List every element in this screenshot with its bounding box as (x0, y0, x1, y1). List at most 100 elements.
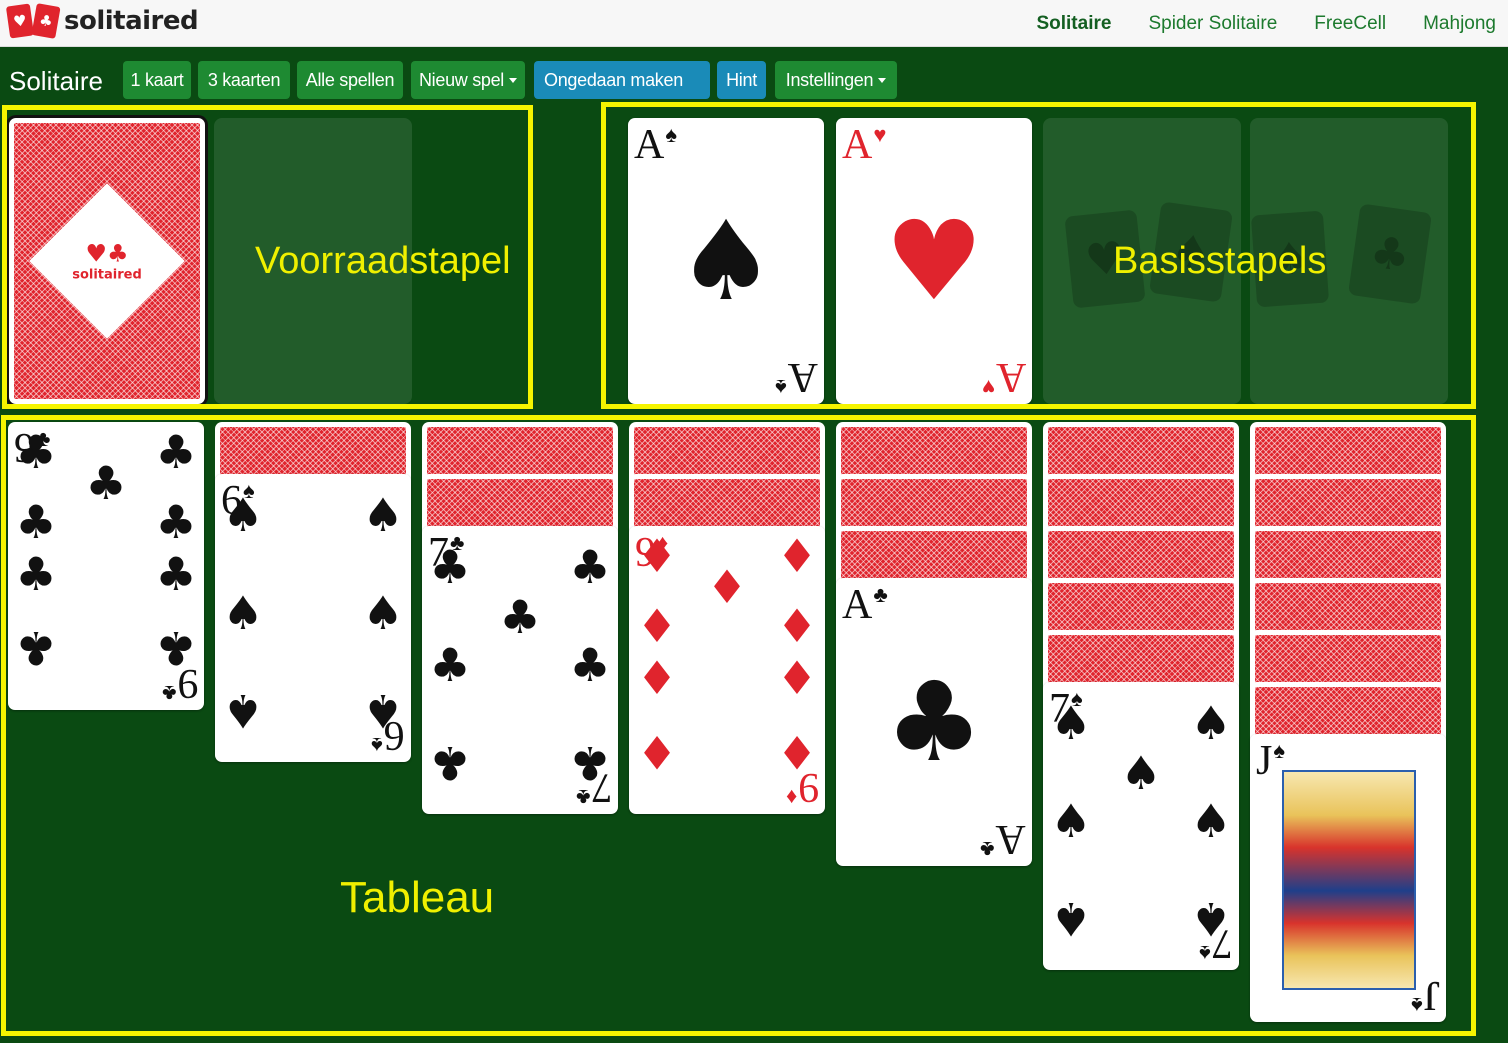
suit-icon: ♦ (706, 559, 748, 614)
card-pips: ♠ ♠ ♠ ♠ ♠ ♠ ♠ (1050, 700, 1231, 946)
foundations-label: Basisstapels (1113, 240, 1327, 282)
logo-cards-icon: ♥ ♣ (5, 3, 61, 39)
foundations-highlight-box (601, 102, 1476, 409)
settings-label: Instellingen (785, 69, 874, 90)
rank-text: 9 (798, 764, 819, 810)
card-pips: ♣ ♣ ♣ ♣ ♣ ♣ ♣ (429, 544, 610, 790)
site-logo[interactable]: ♥ ♣ solitaired (5, 3, 199, 39)
suit-icon: ♠ (1050, 892, 1092, 947)
new-game-button[interactable]: Nieuw spel (411, 61, 525, 99)
suit-icon: ♠ (1190, 695, 1232, 750)
suit-icon: ♦ (636, 725, 678, 780)
suit-icon: ♠ (222, 684, 264, 739)
game-title: Solitaire (9, 66, 103, 96)
suit-icon: ♦ (776, 651, 818, 706)
stock-label: Voorraadstapel (255, 240, 511, 282)
suit-icon: ♠ (1050, 695, 1092, 750)
suit-icon: ♣ (884, 658, 984, 786)
logo-text: solitaired (64, 6, 199, 36)
suit-icon: ♣ (499, 590, 541, 645)
new-game-label: Nieuw spel (418, 69, 505, 90)
suit-icon: ♣ (980, 837, 995, 862)
suit-icon: ♦ (776, 598, 818, 653)
suit-icon: ♠ (362, 487, 404, 542)
suit-icon: ♦ (785, 785, 797, 810)
main-nav: Solitaire Spider Solitaire FreeCell Mahj… (1036, 0, 1496, 47)
suit-icon: ♠ (1120, 746, 1162, 801)
tableau-card-7[interactable]: 7♣ ♣ ♣ ♣ ♣ ♣ ♣ ♣ 7♣ (422, 526, 618, 814)
tableau-card-A[interactable]: A♣ ♣ A♣ (836, 578, 1032, 866)
deck-logo-text: solitaired (72, 267, 142, 283)
suit-icon: ♣ (429, 539, 471, 594)
suit-icon: ♣ (15, 621, 57, 676)
rank-text: 6 (384, 712, 405, 758)
tableau-card-9[interactable]: 9♦ ♦ ♦ ♦ ♦ ♦ ♦ ♦ ♦ ♦ 9♦ (629, 526, 825, 814)
game-toolbar: Solitaire 1 kaart 3 kaarten Alle spellen… (0, 58, 1508, 102)
rank-text: 7 (1212, 920, 1233, 966)
suit-icon: ♦ (636, 651, 678, 706)
rank-text: A (842, 582, 873, 628)
suit-icon: ♠ (222, 487, 264, 542)
suit-icon: ♣ (15, 547, 57, 602)
nav-spider-solitaire[interactable]: Spider Solitaire (1148, 13, 1277, 35)
suit-icon: ♣ (155, 494, 197, 549)
tableau-card-6[interactable]: 6♠ ♠ ♠ ♠ ♠ ♠ ♠ 6♠ (215, 474, 411, 762)
logo-club-card: ♣ (31, 3, 61, 39)
card-pips: ♠ ♠ ♠ ♠ ♠ ♠ (222, 492, 403, 738)
deck-logo-suits: ♥♣ (85, 239, 129, 268)
tableau-card-9[interactable]: 9♣ ♣ ♣ ♣ ♣ ♣ ♣ ♣ ♣ ♣ 9♣ (8, 422, 204, 710)
rank-text: J (1256, 738, 1273, 784)
suit-icon: ♣ (575, 785, 590, 810)
suit-icon: ♠ (1410, 993, 1423, 1018)
rank-text: 9 (177, 660, 198, 706)
card-corner-rank-bottom: J♠ (1410, 972, 1440, 1018)
tableau-card-J[interactable]: J♠ J♠ (1250, 734, 1446, 1022)
nav-solitaire[interactable]: Solitaire (1036, 13, 1111, 35)
logo-heart-card: ♥ (5, 3, 35, 39)
suit-icon: ♦ (776, 529, 818, 583)
suit-icon: ♣ (161, 681, 176, 706)
suit-icon: ♠ (1190, 794, 1232, 848)
card-pips: ♦ ♦ ♦ ♦ ♦ ♦ ♦ ♦ ♦ (636, 533, 817, 779)
settings-button[interactable]: Instellingen (775, 61, 897, 99)
suit-icon: ♠ (222, 586, 264, 640)
rank-text: J (1423, 972, 1440, 1018)
suit-icon: ♣ (873, 582, 888, 607)
suit-icon: ♠ (1199, 941, 1211, 966)
suit-icon: ♣ (429, 736, 471, 791)
tableau-card-7[interactable]: 7♠ ♠ ♠ ♠ ♠ ♠ ♠ ♠ 7♠ (1043, 682, 1239, 970)
hint-button[interactable]: Hint (717, 61, 766, 99)
top-navbar: ♥ ♣ solitaired Solitaire Spider Solitair… (0, 0, 1508, 47)
three-cards-button[interactable]: 3 kaarten (198, 61, 290, 99)
card-pips: ♣ ♣ ♣ ♣ ♣ ♣ ♣ ♣ ♣ (15, 429, 196, 675)
suit-icon: ♣ (85, 455, 127, 510)
card-corner-rank-bottom: 6♠ (371, 712, 405, 758)
suit-icon: ♣ (155, 547, 197, 602)
card-corner-rank-bottom: 9♣ (161, 660, 198, 706)
card-corner-rank-bottom: 7♣ (575, 764, 612, 810)
suit-icon: ♠ (1050, 794, 1092, 848)
suit-icon: ♣ (155, 425, 197, 479)
jack-portrait-image (1282, 770, 1416, 990)
suit-icon: ♦ (636, 529, 678, 583)
suit-icon: ♠ (371, 733, 383, 758)
nav-mahjong[interactable]: Mahjong (1423, 13, 1496, 35)
card-corner-rank: J♠ (1256, 738, 1286, 784)
undo-button[interactable]: Ongedaan maken (534, 61, 710, 99)
rank-text: 7 (591, 764, 612, 810)
suit-icon: ♠ (1273, 738, 1286, 763)
caret-down-icon (878, 77, 887, 83)
suit-icon: ♠ (362, 586, 404, 640)
suit-icon: ♣ (569, 539, 611, 594)
one-card-button[interactable]: 1 kaart (123, 61, 191, 99)
rank-text: A (995, 816, 1026, 862)
suit-icon: ♣ (15, 425, 57, 479)
nav-freecell[interactable]: FreeCell (1314, 13, 1386, 35)
card-corner-rank-bottom: 7♠ (1199, 920, 1233, 966)
caret-down-icon (509, 77, 518, 83)
all-games-button[interactable]: Alle spellen (297, 61, 403, 99)
suit-icon: ♣ (15, 494, 57, 549)
tableau-label: Tableau (340, 873, 495, 922)
card-corner-rank-bottom: A♣ (980, 816, 1026, 862)
card-corner-rank: A♣ (842, 582, 888, 628)
